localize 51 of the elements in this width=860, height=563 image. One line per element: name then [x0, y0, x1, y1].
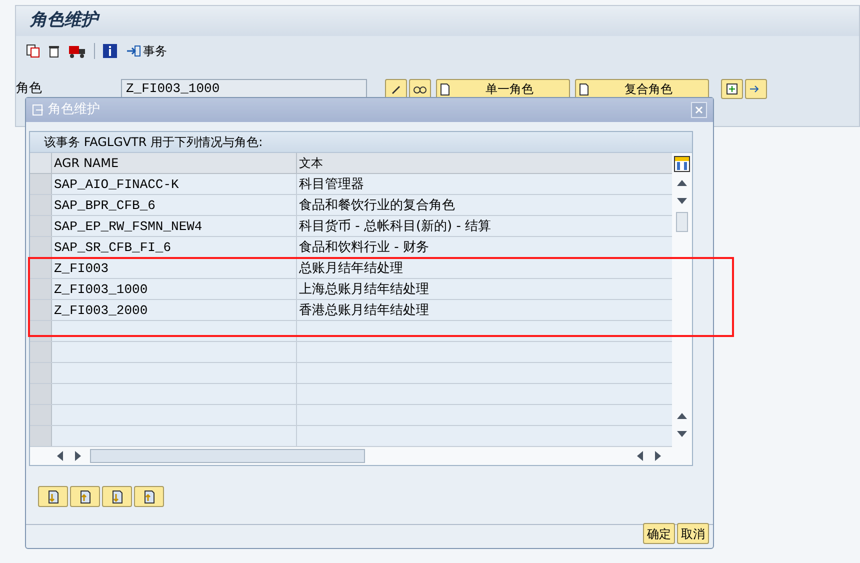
table-cell: SAP_BPR_CFB_6: [52, 195, 297, 215]
horizontal-scroll-thumb[interactable]: [90, 449, 365, 463]
role-type-button[interactable]: 复合角色: [575, 79, 709, 99]
table-cell: Z_FI003_2000: [52, 300, 297, 320]
add-icon: [726, 83, 738, 95]
transfer-icon: [125, 44, 141, 58]
column-header[interactable]: AGR NAME: [52, 153, 297, 173]
window-title: 角色维护: [30, 9, 98, 32]
role-field[interactable]: Z_FI003_1000: [121, 79, 367, 99]
cancel-button[interactable]: 取消: [677, 523, 709, 544]
pencil-icon: [390, 83, 402, 95]
table-caption: 该事务 FAGLGVTR 用于下列情况与角色:: [30, 132, 692, 153]
ok-button[interactable]: 确定: [643, 523, 675, 544]
table-cell-text: 食品和餐饮行业的复合角色: [298, 197, 456, 215]
generate-button[interactable]: [721, 79, 743, 99]
glasses-icon: [413, 84, 427, 94]
transaction-button[interactable]: 事务: [125, 42, 167, 60]
table-cell: SAP_AIO_FINACC-K: [52, 174, 297, 194]
table-cell: Z_FI003: [52, 258, 297, 278]
document-icon: [579, 82, 589, 96]
table-cell: SAP_SR_CFB_FI_6: [52, 237, 297, 257]
page-up-button[interactable]: [70, 486, 100, 507]
edit-button[interactable]: [385, 79, 407, 99]
role-label: 角色: [16, 80, 43, 98]
dialog-icon: [32, 104, 44, 116]
table-cell: Z_FI003_1000: [52, 279, 297, 299]
dialog-title: 角色维护: [48, 101, 100, 120]
display-button[interactable]: [409, 79, 431, 99]
document-icon: [440, 82, 450, 96]
transfer-button[interactable]: [745, 79, 767, 99]
table-cell: SAP_EP_RW_FSMN_NEW4: [52, 216, 297, 236]
select-all-button[interactable]: [38, 486, 68, 507]
scroll-thumb[interactable]: [676, 212, 688, 232]
table-cell-text: 总账月结年结处理: [298, 260, 404, 278]
table-cell-text: 科目管理器: [298, 176, 365, 194]
table-cell-text: 科目货币 - 总帐科目(新的) - 结算: [298, 218, 492, 236]
role-type-button[interactable]: 单一角色: [436, 79, 570, 99]
page-down-button[interactable]: [102, 486, 132, 507]
deselect-all-button[interactable]: [134, 486, 164, 507]
info-icon[interactable]: [103, 44, 117, 58]
column-settings-icon[interactable]: [674, 153, 690, 174]
trash-icon[interactable]: [48, 44, 60, 58]
table-cell-text: 食品和饮料行业 - 财务: [298, 239, 430, 257]
table-cell-text: 香港总账月结年结处理: [298, 302, 430, 320]
table-cell-text: 上海总账月结年结处理: [298, 281, 430, 299]
copy-icon[interactable]: [26, 44, 40, 58]
column-header[interactable]: 文本: [297, 153, 672, 173]
row-selector[interactable]: [30, 321, 52, 341]
row-selector[interactable]: [30, 258, 52, 278]
close-icon: [695, 106, 703, 114]
truck-icon[interactable]: [68, 44, 86, 58]
